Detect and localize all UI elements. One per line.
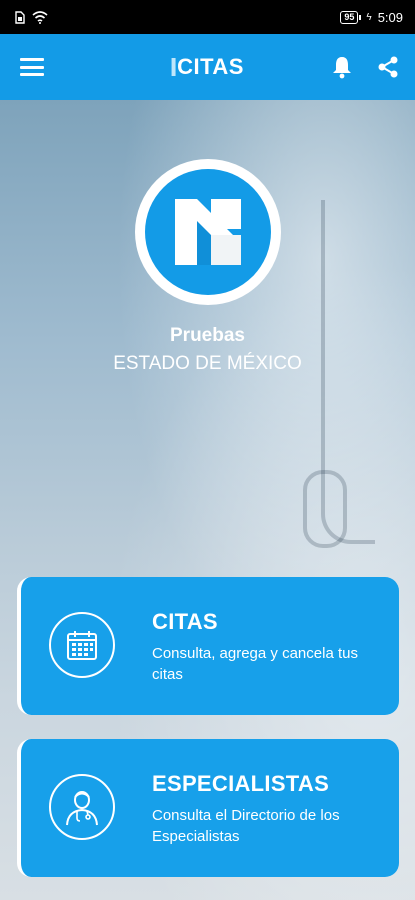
doctor-icon: [49, 774, 115, 840]
organization-logo-circle: [145, 169, 271, 295]
sim-card-icon: [15, 10, 25, 24]
stethoscope-chestpiece: [303, 470, 347, 548]
especialistas-card-description: Consulta el Directorio de los Especialis…: [152, 807, 340, 845]
battery-icon: 95: [340, 10, 362, 24]
organization-location: ESTADO DE MÉXICO: [113, 353, 302, 374]
organization-name: Pruebas: [170, 325, 245, 346]
app-bar: CITAS: [0, 34, 415, 100]
citas-card-title: CITAS: [152, 609, 218, 634]
citas-card-description: Consulta, agrega y cancela tus citas: [152, 645, 358, 683]
charging-icon: ϟ: [366, 11, 372, 23]
share-icon[interactable]: [375, 54, 401, 80]
status-left: [14, 10, 48, 24]
app-logo-text: CITAS: [177, 54, 244, 79]
battery-level: 95: [344, 12, 355, 22]
wifi-icon: [32, 10, 48, 24]
app-bar-actions: [329, 54, 401, 80]
calendar-icon: [49, 612, 115, 678]
status-right: 95 ϟ 5:09: [340, 10, 403, 25]
especialistas-card[interactable]: ESPECIALISTAS Consulta el Directorio de …: [17, 739, 399, 877]
status-bar: 95 ϟ 5:09: [0, 0, 415, 34]
bell-icon[interactable]: [329, 54, 355, 80]
organization-logo-mark: [175, 199, 241, 265]
app-logo-mark: [171, 58, 176, 76]
status-time: 5:09: [377, 9, 403, 25]
app-logo: CITAS: [171, 54, 244, 80]
menu-icon[interactable]: [20, 58, 44, 76]
organization-logo: [135, 159, 281, 305]
especialistas-card-title: ESPECIALISTAS: [152, 771, 330, 796]
citas-card[interactable]: CITAS Consulta, agrega y cancela tus cit…: [17, 577, 399, 715]
